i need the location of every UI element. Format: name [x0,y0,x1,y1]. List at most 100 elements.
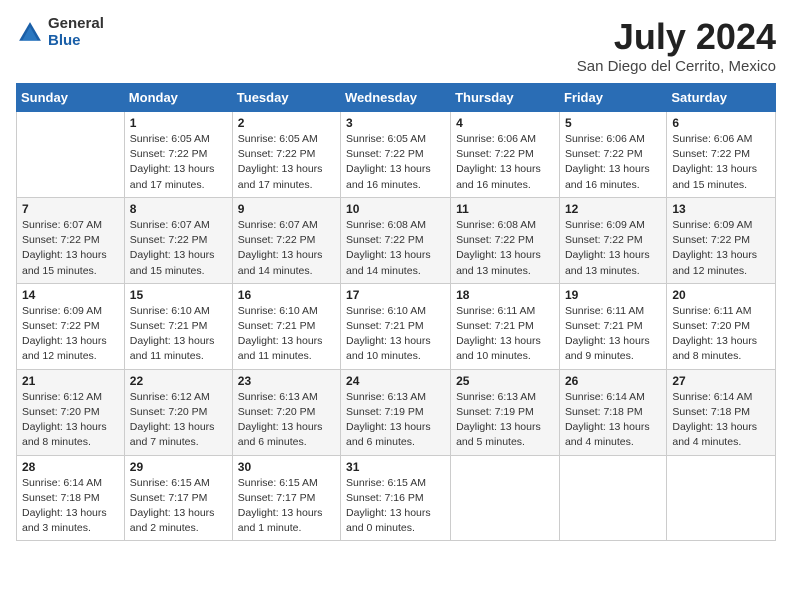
calendar-header-row: SundayMondayTuesdayWednesdayThursdayFrid… [17,84,776,112]
calendar-cell: 14 Sunrise: 6:09 AMSunset: 7:22 PMDayligh… [17,283,125,369]
calendar-cell: 26Sunrise: 6:14 AMSunset: 7:18 PMDayligh… [559,369,666,455]
day-info: Sunrise: 6:05 AMSunset: 7:22 PMDaylight:… [130,132,227,193]
day-number: 24 [346,374,445,388]
day-number: 7 [22,202,119,216]
calendar-cell: 24 Sunrise: 6:13 AMSunset: 7:19 PMDayligh… [341,369,451,455]
calendar-week-row: 28Sunrise: 6:14 AMSunset: 7:18 PMDayligh… [17,455,776,541]
calendar-cell: 28Sunrise: 6:14 AMSunset: 7:18 PMDayligh… [17,455,125,541]
title-block: July 2024 San Diego del Cerrito, Mexico [577,16,776,75]
calendar-cell: 29 Sunrise: 6:15 AMSunset: 7:17 PMDayligh… [124,455,232,541]
day-number: 13 [672,202,770,216]
logo-text: General Blue [48,16,104,49]
day-number: 15 [130,288,227,302]
location: San Diego del Cerrito, Mexico [577,58,776,75]
calendar-cell [451,455,560,541]
day-info: Sunrise: 6:07 AMSunset: 7:22 PMDaylight:… [238,218,335,279]
calendar-cell: 7Sunrise: 6:07 AMSunset: 7:22 PMDaylight… [17,197,125,283]
day-info: Sunrise: 6:14 AMSunset: 7:18 PMDaylight:… [22,476,119,537]
calendar-week-row: 14 Sunrise: 6:09 AMSunset: 7:22 PMDayligh… [17,283,776,369]
calendar-cell: 16 Sunrise: 6:10 AMSunset: 7:21 PMDayligh… [232,283,340,369]
day-number: 17 [346,288,445,302]
day-number: 20 [672,288,770,302]
calendar-header-sunday: Sunday [17,84,125,112]
day-number: 9 [238,202,335,216]
calendar-cell: 15 Sunrise: 6:10 AMSunset: 7:21 PMDayligh… [124,283,232,369]
day-number: 31 [346,460,445,474]
logo-blue: Blue [48,33,104,50]
day-info: Sunrise: 6:10 AMSunset: 7:21 PMDaylight:… [130,304,227,365]
calendar-cell: 23 Sunrise: 6:13 AMSunset: 7:20 PMDayligh… [232,369,340,455]
day-number: 25 [456,374,554,388]
calendar-cell: 18Sunrise: 6:11 AMSunset: 7:21 PMDayligh… [451,283,560,369]
calendar-cell: 4 Sunrise: 6:06 AMSunset: 7:22 PMDaylight… [451,112,560,198]
calendar-table: SundayMondayTuesdayWednesdayThursdayFrid… [16,83,776,541]
month-year: July 2024 [577,16,776,58]
day-info: Sunrise: 6:05 AMSunset: 7:22 PMDaylight:… [346,132,445,193]
day-info: Sunrise: 6:11 AMSunset: 7:21 PMDaylight:… [565,304,661,365]
calendar-cell: 17 Sunrise: 6:10 AMSunset: 7:21 PMDayligh… [341,283,451,369]
day-number: 18 [456,288,554,302]
calendar-header-thursday: Thursday [451,84,560,112]
calendar-header-friday: Friday [559,84,666,112]
calendar-week-row: 21 Sunrise: 6:12 AMSunset: 7:20 PMDayligh… [17,369,776,455]
calendar-cell: 8 Sunrise: 6:07 AMSunset: 7:22 PMDaylight… [124,197,232,283]
day-number: 29 [130,460,227,474]
calendar-cell [17,112,125,198]
calendar-cell: 9 Sunrise: 6:07 AMSunset: 7:22 PMDaylight… [232,197,340,283]
day-number: 23 [238,374,335,388]
calendar-cell: 13 Sunrise: 6:09 AMSunset: 7:22 PMDayligh… [667,197,776,283]
logo: General Blue [16,16,104,49]
calendar-cell: 27Sunrise: 6:14 AMSunset: 7:18 PMDayligh… [667,369,776,455]
calendar-cell: 2Sunrise: 6:05 AMSunset: 7:22 PMDaylight… [232,112,340,198]
day-number: 11 [456,202,554,216]
calendar-cell: 10Sunrise: 6:08 AMSunset: 7:22 PMDayligh… [341,197,451,283]
calendar-cell: 19 Sunrise: 6:11 AMSunset: 7:21 PMDayligh… [559,283,666,369]
day-number: 19 [565,288,661,302]
logo-icon [16,19,44,47]
day-number: 2 [238,116,335,130]
day-info: Sunrise: 6:09 AMSunset: 7:22 PMDaylight:… [565,218,661,279]
calendar-cell: 22Sunrise: 6:12 AMSunset: 7:20 PMDayligh… [124,369,232,455]
day-info: Sunrise: 6:06 AMSunset: 7:22 PMDaylight:… [672,132,770,193]
calendar-cell: 6Sunrise: 6:06 AMSunset: 7:22 PMDaylight… [667,112,776,198]
day-number: 21 [22,374,119,388]
day-info: Sunrise: 6:13 AMSunset: 7:19 PMDaylight:… [456,390,554,451]
day-info: Sunrise: 6:10 AMSunset: 7:21 PMDaylight:… [238,304,335,365]
day-info: Sunrise: 6:06 AMSunset: 7:22 PMDaylight:… [565,132,661,193]
day-info: Sunrise: 6:13 AMSunset: 7:19 PMDaylight:… [346,390,445,451]
day-info: Sunrise: 6:12 AMSunset: 7:20 PMDaylight:… [22,390,119,451]
day-number: 5 [565,116,661,130]
day-info: Sunrise: 6:08 AMSunset: 7:22 PMDaylight:… [456,218,554,279]
calendar-week-row: 7 Sunrise: 6:07 AMSunset: 7:22 PMDaylight… [17,197,776,283]
day-info: Sunrise: 6:15 AMSunset: 7:17 PMDaylight:… [238,476,335,537]
day-info: Sunrise: 6:15 AMSunset: 7:16 PMDaylight:… [346,476,445,537]
day-number: 4 [456,116,554,130]
calendar-header-saturday: Saturday [667,84,776,112]
calendar-cell: 30 Sunrise: 6:15 AMSunset: 7:17 PMDayligh… [232,455,340,541]
calendar-cell: 20 Sunrise: 6:11 AMSunset: 7:20 PMDayligh… [667,283,776,369]
page-header: General Blue July 2024 San Diego del Cer… [16,16,776,75]
calendar-cell: 21 Sunrise: 6:12 AMSunset: 7:20 PMDayligh… [17,369,125,455]
day-info: Sunrise: 6:11 AMSunset: 7:20 PMDaylight:… [672,304,770,365]
calendar-week-row: 1Sunrise: 6:05 AMSunset: 7:22 PMDaylight… [17,112,776,198]
calendar-cell [667,455,776,541]
calendar-cell: 25 Sunrise: 6:13 AMSunset: 7:19 PMDayligh… [451,369,560,455]
day-info: Sunrise: 6:08 AMSunset: 7:22 PMDaylight:… [346,218,445,279]
day-number: 8 [130,202,227,216]
day-number: 3 [346,116,445,130]
day-info: Sunrise: 6:12 AMSunset: 7:20 PMDaylight:… [130,390,227,451]
day-info: Sunrise: 6:09 AMSunset: 7:22 PMDaylight:… [672,218,770,279]
day-info: Sunrise: 6:06 AMSunset: 7:22 PMDaylight:… [456,132,554,193]
calendar-header-wednesday: Wednesday [341,84,451,112]
day-info: Sunrise: 6:13 AMSunset: 7:20 PMDaylight:… [238,390,335,451]
calendar-cell: 5 Sunrise: 6:06 AMSunset: 7:22 PMDaylight… [559,112,666,198]
day-info: Sunrise: 6:10 AMSunset: 7:21 PMDaylight:… [346,304,445,365]
calendar-cell: 31 Sunrise: 6:15 AMSunset: 7:16 PMDayligh… [341,455,451,541]
day-number: 30 [238,460,335,474]
day-info: Sunrise: 6:15 AMSunset: 7:17 PMDaylight:… [130,476,227,537]
day-info: Sunrise: 6:07 AMSunset: 7:22 PMDaylight:… [130,218,227,279]
day-number: 14 [22,288,119,302]
day-number: 16 [238,288,335,302]
day-info: Sunrise: 6:09 AMSunset: 7:22 PMDaylight:… [22,304,119,365]
calendar-cell: 12Sunrise: 6:09 AMSunset: 7:22 PMDayligh… [559,197,666,283]
